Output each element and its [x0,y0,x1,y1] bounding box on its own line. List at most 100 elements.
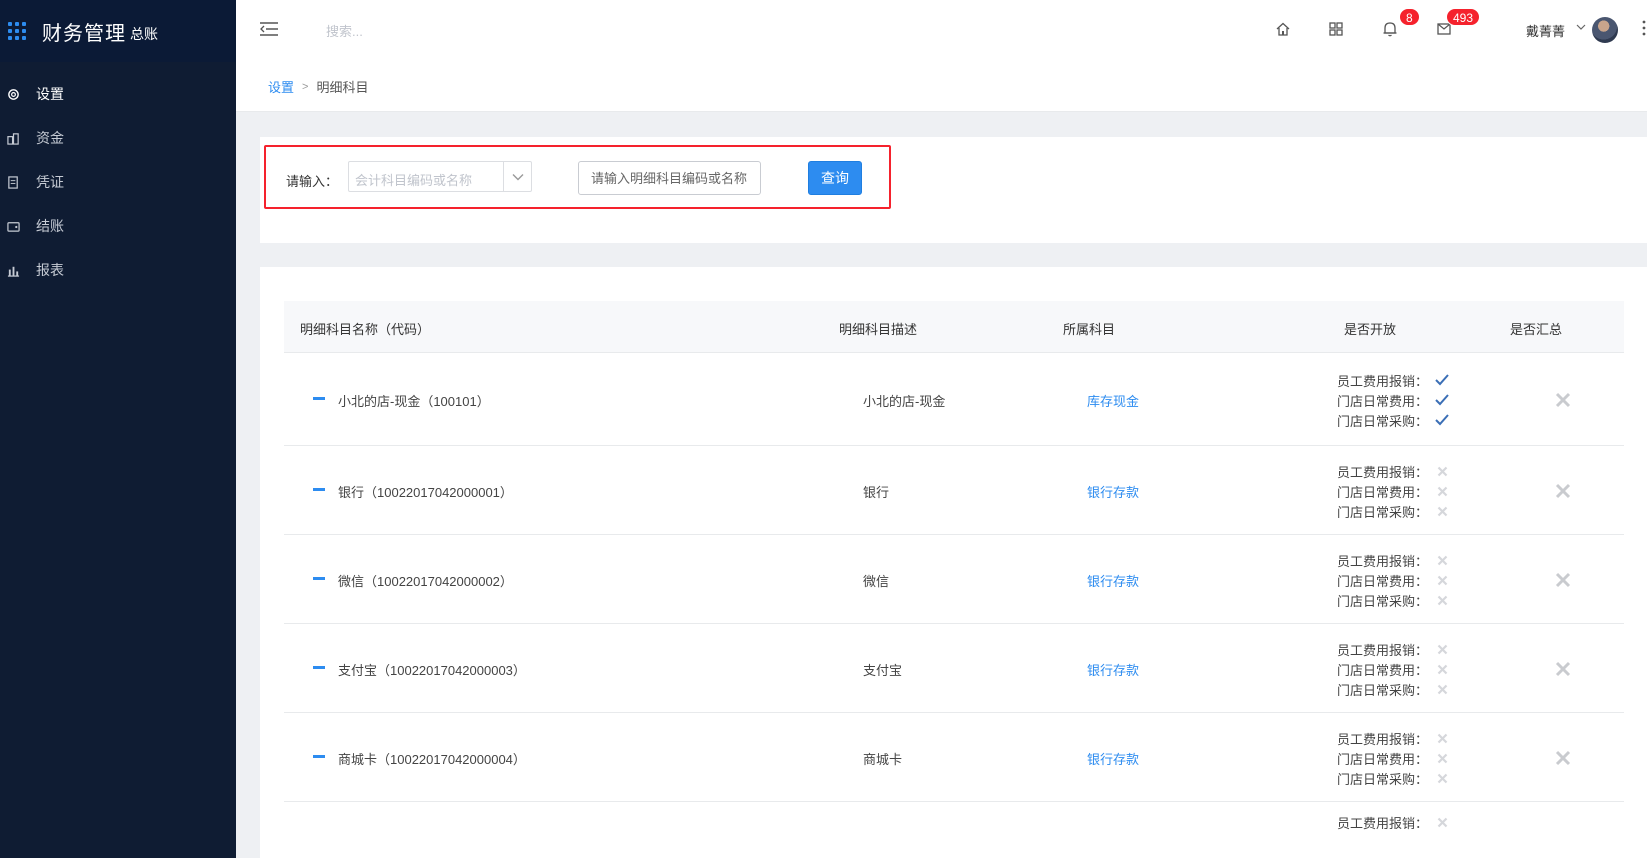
cross-icon [1434,592,1450,608]
cross-icon [1553,570,1573,590]
collapse-icon[interactable] [313,577,325,580]
cross-icon [1434,750,1450,766]
sidebar-item-reports[interactable]: 报表 [0,248,236,292]
chevron-down-icon[interactable] [503,162,531,191]
home-icon[interactable] [1273,19,1293,39]
permission-item: 门店日常采购： [1328,590,1458,610]
open-permissions: 员工费用报销： 门店日常费用： 门店日常采购： [1328,461,1458,521]
cross-icon [1434,770,1450,786]
permission-label: 员工费用报销： [1336,642,1428,658]
breadcrumb: 设置 > 明细科目 [236,62,1647,112]
collapse-icon[interactable] [313,397,325,400]
permission-label: 员工费用报销： [1336,553,1428,569]
table-header: 明细科目名称（代码） 明细科目描述 所属科目 是否开放 是否汇总 [284,301,1624,353]
permission-item: 门店日常费用： [1328,481,1458,501]
column-header-name: 明细科目名称（代码） [300,322,431,337]
avatar[interactable] [1592,17,1618,43]
user-name[interactable]: 戴菁菁 [1526,21,1565,40]
cross-icon [1434,641,1450,657]
account-name: 微信（10022017042000002） [338,574,513,589]
parent-account-link[interactable]: 库存现金 [1087,391,1139,410]
top-header: 8 493 戴菁菁 [236,0,1647,62]
permission-label: 门店日常费用： [1336,751,1428,767]
permission-label: 门店日常费用： [1336,484,1428,500]
query-button[interactable]: 查询 [808,161,862,195]
permission-label: 员工费用报销： [1336,464,1428,480]
cross-icon [1434,681,1450,697]
parent-account-link[interactable]: 银行存款 [1087,749,1139,768]
cross-icon [1434,814,1450,830]
apps-grid-icon[interactable] [8,22,26,40]
cross-icon [1553,659,1573,679]
account-name: 支付宝（10022017042000003） [338,663,526,678]
sidebar-item-closing[interactable]: 结账 [0,204,236,248]
permission-label: 门店日常采购： [1336,413,1428,429]
grid-icon[interactable] [1326,19,1346,39]
sidebar-item-settings[interactable]: 设置 [0,72,236,116]
table-row: 微信（10022017042000002） 微信 银行存款 员工费用报销： 门店日常费用… [284,535,1624,624]
permission-item: 员工费用报销： [1328,461,1458,481]
brand: 财务管理 总账 [0,0,236,62]
permission-label: 员工费用报销： [1336,731,1428,747]
permission-item: 门店日常费用： [1328,570,1458,590]
permission-item: 门店日常费用： [1328,390,1458,410]
table-panel: 明细科目名称（代码） 明细科目描述 所属科目 是否开放 是否汇总 小北的店-现金… [260,267,1647,858]
account-name: 商城卡（10022017042000004） [338,752,526,767]
permission-label: 门店日常费用： [1336,393,1428,409]
permission-label: 员工费用报销： [1336,815,1428,831]
collapse-icon[interactable] [313,755,325,758]
permission-item: 门店日常费用： [1328,748,1458,768]
parent-account-link[interactable]: 银行存款 [1087,660,1139,679]
account-name: 银行（10022017042000001） [338,485,513,500]
wallet-icon [6,219,20,233]
account-desc: 支付宝 [863,663,903,678]
column-header-summary: 是否汇总 [1510,322,1563,337]
permission-item: 门店日常费用： [1328,659,1458,679]
permission-item: 员工费用报销： [1328,370,1458,390]
more-vertical-icon[interactable] [1642,20,1646,36]
collapse-icon[interactable] [313,488,325,491]
parent-account-link[interactable]: 银行存款 [1087,482,1139,501]
sidebar-item-label: 报表 [36,262,64,278]
permission-label: 门店日常采购： [1336,504,1428,520]
account-select[interactable]: 会计科目编码或名称 [348,161,532,192]
bell-icon[interactable] [1380,19,1400,39]
detail-account-input[interactable] [578,161,761,195]
brand-title: 财务管理 [42,22,126,45]
table-row: 小北的店-现金（100101） 小北的店-现金 库存现金 员工费用报销： 门店日常费用：… [284,353,1624,446]
permission-label: 门店日常采购： [1336,771,1428,787]
breadcrumb-link-settings[interactable]: 设置 [268,77,294,96]
table-row: 银行（10022017042000001） 银行 银行存款 员工费用报销： 门店日常费用… [284,446,1624,535]
chevron-down-icon[interactable] [1576,22,1586,34]
money-icon [6,131,20,145]
sidebar-item-funds[interactable]: 资金 [0,116,236,160]
permission-item: 员工费用报销： [1328,728,1458,748]
bar-chart-icon [6,263,20,277]
messages-badge: 493 [1446,8,1481,26]
menu-toggle-icon[interactable] [260,21,278,37]
permission-label: 门店日常采购： [1336,593,1428,609]
open-permissions: 员工费用报销： 门店日常费用： 门店日常采购： [1328,370,1458,430]
account-name: 小北的店-现金（100101） [338,394,490,409]
parent-account-link[interactable]: 银行存款 [1087,571,1139,590]
breadcrumb-current: 明细科目 [316,80,369,95]
open-permissions: 员工费用报销： [1328,812,1458,832]
cross-icon [1434,483,1450,499]
cross-icon [1434,552,1450,568]
sidebar: 财务管理 总账 设置 资金 凭证 结账 报表 [0,0,236,858]
column-header-open: 是否开放 [1344,322,1397,337]
filter-panel: 请输入： 会计科目编码或名称 查询 [260,137,1647,243]
cross-icon [1553,481,1573,501]
filter-highlight-box: 请输入： 会计科目编码或名称 查询 [264,145,891,209]
check-icon [1434,412,1450,428]
table-row: 支付宝（10022017042000003） 支付宝 银行存款 员工费用报销： 门店日常… [284,624,1624,713]
notifications-badge: 8 [1399,8,1420,26]
permission-item: 员工费用报销： [1328,550,1458,570]
breadcrumb-separator: > [302,80,309,93]
search-input[interactable] [326,20,546,42]
sidebar-item-voucher[interactable]: 凭证 [0,160,236,204]
collapse-icon[interactable] [313,666,325,669]
permission-item: 门店日常采购： [1328,501,1458,521]
open-permissions: 员工费用报销： 门店日常费用： 门店日常采购： [1328,728,1458,788]
cross-icon [1434,661,1450,677]
